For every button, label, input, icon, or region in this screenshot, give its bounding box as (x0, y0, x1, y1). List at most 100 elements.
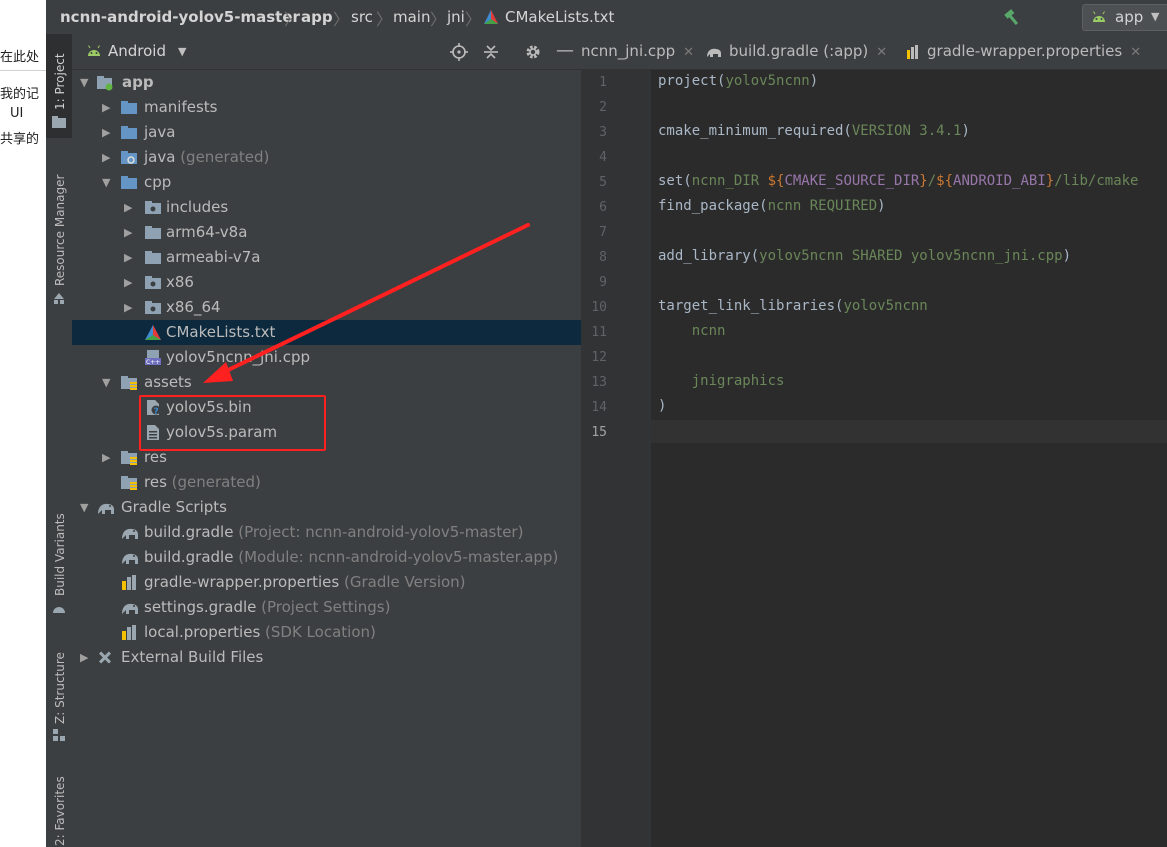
cmake-icon (484, 10, 498, 24)
tree-item-java-generated[interactable]: ▶ java (generated) (72, 145, 581, 170)
close-icon[interactable]: ✕ (876, 45, 887, 60)
properties-icon (120, 624, 138, 641)
chevron-right-icon[interactable]: ▶ (102, 445, 110, 470)
gradle-icon (707, 48, 721, 57)
tool-tab-structure[interactable]: Z: Structure (46, 646, 72, 746)
tree-item-settings-gradle[interactable]: settings.gradle (Project Settings) (72, 595, 581, 620)
view-mode-select[interactable]: Android (108, 42, 166, 60)
gradle-icon (96, 499, 114, 516)
line-number: 4 (599, 150, 607, 165)
tree-item-armeabi-v7a[interactable]: ▶ armeabi-v7a (72, 245, 581, 270)
line-number: 10 (591, 300, 607, 315)
chevron-right-icon[interactable]: ▶ (102, 95, 110, 120)
folder-icon (144, 199, 162, 216)
breadcrumb-jni[interactable]: jni (447, 8, 465, 26)
structure-icon (53, 729, 65, 741)
close-icon[interactable]: ✕ (1130, 45, 1141, 60)
breadcrumb-project[interactable]: ncnn-android-yolov5-master (60, 8, 300, 26)
android-icon (1093, 11, 1105, 22)
line-number: 2 (599, 100, 607, 115)
chevron-down-icon[interactable]: ▼ (102, 170, 110, 195)
code-line: find_package(ncnn REQUIRED) (658, 198, 886, 214)
tool-tab-build-variants[interactable]: Build Variants (46, 508, 72, 618)
breadcrumb-main[interactable]: main (393, 8, 430, 26)
folder-icon (120, 124, 138, 141)
chevron-down-icon: ▼ (1151, 10, 1160, 23)
tree-item-label: cpp (144, 173, 172, 191)
tree-item-app[interactable]: ▼ app (72, 70, 581, 95)
gear-icon[interactable] (524, 43, 542, 61)
chevron-right-icon[interactable]: ▶ (124, 270, 132, 295)
build-hammer-icon[interactable] (1002, 7, 1022, 27)
tab-label: gradle-wrapper.properties (927, 42, 1123, 60)
tree-item-label: build.gradle (Module: ncnn-android-yolov… (144, 548, 559, 566)
run-configuration-select[interactable]: app ▼ (1082, 4, 1167, 31)
breadcrumb-separator-icon: 〉 (430, 10, 447, 29)
tree-item-cpp[interactable]: ▼ cpp (72, 170, 581, 195)
line-number: 6 (599, 200, 607, 215)
breadcrumb-app[interactable]: app (301, 8, 333, 26)
gradle-icon (120, 524, 138, 541)
tool-window-strip: 1: Project Resource Manager Build Varian… (46, 34, 73, 847)
tree-item-assets[interactable]: ▼ assets (72, 370, 581, 395)
code-line: add_library(yolov5ncnn SHARED yolov5ncnn… (658, 248, 1072, 264)
tree-item-jni-cpp[interactable]: C++ yolov5ncnn_jni.cpp (72, 345, 581, 370)
cmake-icon (144, 324, 162, 341)
tool-tab-project[interactable]: 1: Project (46, 34, 72, 138)
code-editor[interactable]: project(yolov5ncnn) cmake_minimum_requir… (651, 70, 1167, 847)
chevron-down-icon[interactable]: ▼ (178, 45, 186, 58)
tree-item-label: x86 (166, 273, 194, 291)
tab-jni-cpp[interactable]: ncnn_jni.cpp ✕ (581, 34, 694, 69)
chevron-right-icon[interactable]: ▶ (80, 645, 88, 670)
tree-item-java[interactable]: ▶ java (72, 120, 581, 145)
project-panel-header: Android ▼ — (72, 34, 581, 70)
tool-tab-favorites[interactable]: 2: Favorites (46, 774, 72, 847)
line-number-gutter: 1 2 3 4 5 6 7 8 9 10 11 12 13 14 15 (581, 70, 652, 847)
chevron-right-icon[interactable]: ▶ (124, 245, 132, 270)
tree-item-gradle-wrapper-properties[interactable]: gradle-wrapper.properties (Gradle Versio… (72, 570, 581, 595)
tree-item-label: arm64-v8a (166, 223, 248, 241)
line-number: 3 (599, 125, 607, 140)
tab-gradle-wrapper[interactable]: gradle-wrapper.properties ✕ (905, 34, 1141, 69)
gradle-icon (120, 599, 138, 616)
collapse-all-icon[interactable] (482, 43, 500, 61)
locate-target-icon[interactable] (450, 43, 468, 61)
tree-item-res-generated[interactable]: res (generated) (72, 470, 581, 495)
tab-label: ncnn_jni.cpp (581, 42, 676, 60)
tab-build-gradle[interactable]: build.gradle (:app) ✕ (705, 34, 887, 69)
tree-item-label: Gradle Scripts (121, 498, 227, 516)
chevron-right-icon[interactable]: ▶ (102, 120, 110, 145)
code-line: set(ncnn_DIR ${CMAKE_SOURCE_DIR}/${ANDRO… (658, 173, 1139, 189)
chevron-right-icon[interactable]: ▶ (124, 220, 132, 245)
breadcrumb-separator-icon: 〉 (284, 10, 301, 29)
line-number: 11 (591, 325, 607, 340)
chevron-down-icon[interactable]: ▼ (80, 495, 88, 520)
browser-text: 我的记 (0, 87, 40, 102)
close-icon[interactable]: ✕ (683, 45, 694, 60)
line-number: 15 (591, 425, 607, 440)
chevron-right-icon[interactable]: ▶ (124, 195, 132, 220)
chevron-down-icon[interactable]: ▼ (80, 70, 88, 95)
tree-item-build-gradle-module[interactable]: build.gradle (Module: ncnn-android-yolov… (72, 545, 581, 570)
tree-item-build-gradle-project[interactable]: build.gradle (Project: ncnn-android-yolo… (72, 520, 581, 545)
line-number: 1 (599, 75, 607, 90)
tree-item-local-properties[interactable]: local.properties (SDK Location) (72, 620, 581, 645)
breadcrumb-src[interactable]: src (351, 8, 373, 26)
tree-item-external-build-files[interactable]: ▶ External Build Files (72, 645, 581, 670)
breadcrumb-file[interactable]: CMakeLists.txt (505, 8, 614, 26)
tree-item-includes[interactable]: ▶ includes (72, 195, 581, 220)
hide-panel-icon[interactable]: — (556, 40, 574, 61)
chevron-down-icon[interactable]: ▼ (102, 370, 110, 395)
breadcrumb-separator-icon: 〉 (376, 10, 393, 29)
chevron-right-icon[interactable]: ▶ (102, 145, 110, 170)
tree-item-gradle-scripts[interactable]: ▼ Gradle Scripts (72, 495, 581, 520)
tree-item-arm64-v8a[interactable]: ▶ arm64-v8a (72, 220, 581, 245)
chevron-right-icon[interactable]: ▶ (124, 295, 132, 320)
tool-tab-label: Build Variants (53, 513, 67, 596)
tree-item-cmakelists[interactable]: CMakeLists.txt (72, 320, 581, 345)
tree-item-manifests[interactable]: ▶ manifests (72, 95, 581, 120)
tool-tab-resource-manager[interactable]: Resource Manager (46, 168, 72, 308)
breadcrumb-separator-icon: 〉 (333, 10, 350, 29)
tree-item-x86-64[interactable]: ▶ x86_64 (72, 295, 581, 320)
tree-item-x86[interactable]: ▶ x86 (72, 270, 581, 295)
